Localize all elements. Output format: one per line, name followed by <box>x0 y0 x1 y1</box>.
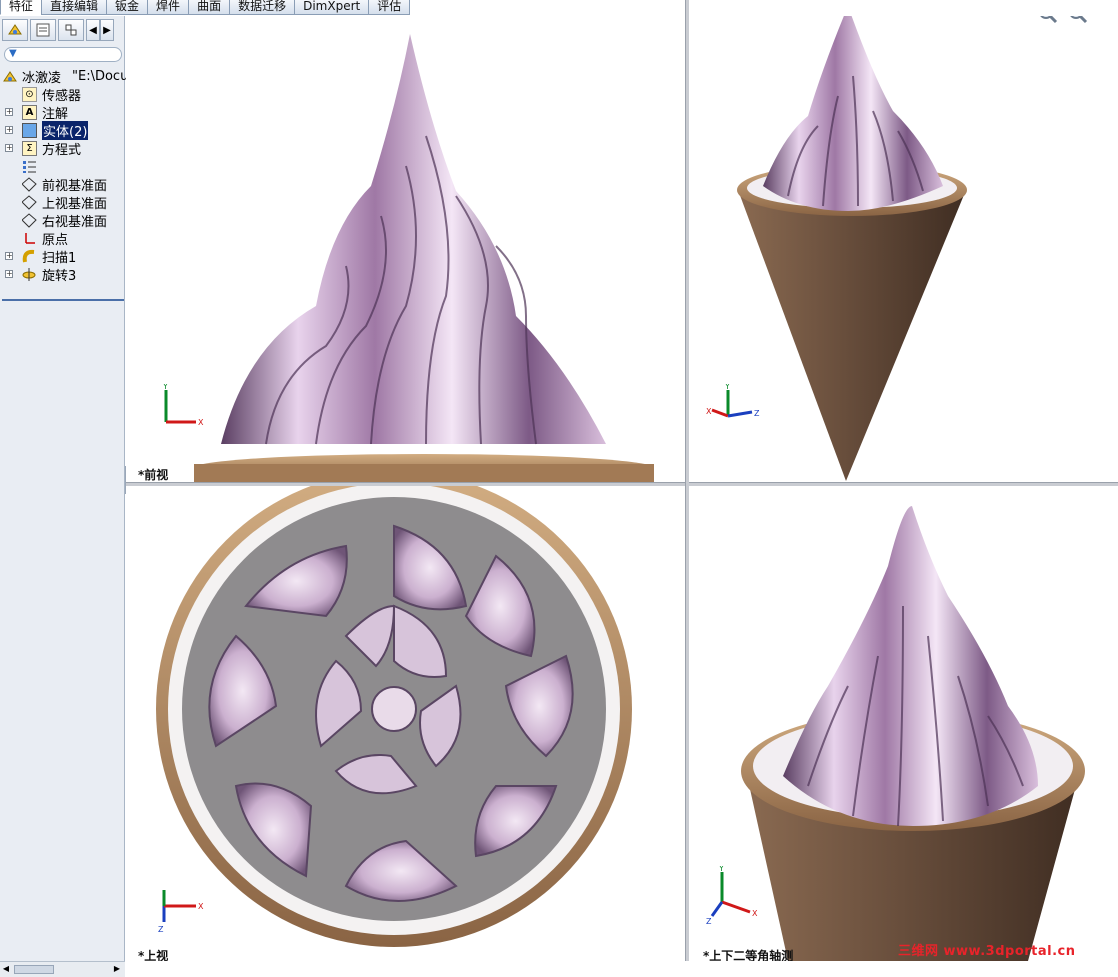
tab-weldments[interactable]: 焊件 <box>147 0 190 15</box>
plane-icon <box>21 212 37 228</box>
tree-item-label: 实体(2) <box>42 120 89 140</box>
tab-surfaces[interactable]: 曲面 <box>188 0 231 15</box>
tree-item-top-plane[interactable]: 上视基准面 <box>0 193 125 212</box>
origin-icon <box>22 231 37 246</box>
tree-item-solid-bodies[interactable]: + 实体(2) <box>0 120 125 140</box>
axis-y-label: Y <box>718 866 724 873</box>
triad-trimetric: Y X Z <box>706 384 760 418</box>
sensor-icon: ⊙ <box>22 86 37 102</box>
tree-root-label: 冰激凌 <box>22 70 62 86</box>
axis-x-label: X <box>752 909 758 918</box>
tab-dimxpert[interactable]: DimXpert <box>294 0 370 15</box>
watermark: 三维网 www.3dportal.cn <box>898 944 1076 959</box>
equation-icon: Σ <box>22 140 37 156</box>
axis-y-label: Y <box>724 384 730 391</box>
configuration-manager-icon <box>65 24 77 36</box>
tree-item-label: 方程式 <box>42 142 82 158</box>
tree-item-label: 原点 <box>42 232 69 248</box>
tab-sheet-metal[interactable]: 钣金 <box>106 0 149 15</box>
tree-item-label: 上视基准面 <box>42 196 108 212</box>
filter-icon: ▼ <box>9 48 17 59</box>
sweep-icon <box>22 249 37 264</box>
plane-icon <box>21 194 37 210</box>
axis-z-label: Z <box>754 409 760 418</box>
scroll-left-icon[interactable]: ◀ <box>1 964 11 974</box>
axis-z-label: Z <box>706 917 712 926</box>
scrollbar-thumb[interactable] <box>14 965 54 974</box>
expand-icon[interactable]: + <box>5 252 13 260</box>
expand-icon[interactable]: + <box>5 126 13 134</box>
viewport-dimetric[interactable]: Y X Z *上下二等角轴测 <box>688 486 1118 961</box>
tab-data-migration[interactable]: 数据迁移 <box>229 0 296 15</box>
triad-front: Y X <box>162 384 204 427</box>
view-toolbar <box>1038 16 1088 24</box>
panel-scroll-left[interactable]: ◀ <box>86 19 100 41</box>
configuration-manager-tab[interactable] <box>58 19 84 41</box>
top-view-model <box>156 486 632 947</box>
axis-z-label: Z <box>158 925 164 934</box>
solid-bodies-icon <box>22 122 37 138</box>
tree-item-material[interactable] <box>0 157 125 175</box>
expand-icon[interactable]: + <box>5 144 13 152</box>
tree-item-front-plane[interactable]: 前视基准面 <box>0 175 125 194</box>
viewport-top[interactable]: X Z *上视 <box>126 486 685 961</box>
panel-scroll-right[interactable]: ▶ <box>100 19 114 41</box>
property-manager-tab[interactable] <box>30 19 56 41</box>
tab-evaluate[interactable]: 评估 <box>368 0 411 15</box>
rollback-bar[interactable] <box>2 299 124 301</box>
viewport-trimetric[interactable]: Y X Z <box>688 16 1118 482</box>
triangle-right-icon: ▶ <box>103 24 111 36</box>
tree-item-sweep[interactable]: + 扫描1 <box>0 247 125 266</box>
expand-icon[interactable]: + <box>5 270 13 278</box>
material-icon <box>22 159 37 174</box>
feature-manager-tab[interactable] <box>2 19 28 41</box>
panel-tabs: ◀ ▶ <box>2 19 114 43</box>
tree-item-revolve[interactable]: + 旋转3 <box>0 265 125 284</box>
scroll-right-icon[interactable]: ▶ <box>112 964 122 974</box>
plane-icon <box>21 176 37 192</box>
tree-item-sensors[interactable]: ⊙ 传感器 <box>0 85 125 104</box>
zoom-to-area-icon[interactable] <box>1068 16 1088 24</box>
tree-item-label: 扫描1 <box>42 250 77 266</box>
zoom-out-icon[interactable] <box>1038 16 1058 24</box>
axis-y-label: Y <box>162 384 168 391</box>
viewport-label-top: *上视 <box>138 949 169 961</box>
viewport-label-front: *前视 <box>138 468 169 482</box>
tree-item-label: 传感器 <box>42 88 82 104</box>
tree-item-label: 注解 <box>42 106 69 122</box>
command-manager-tabs: 特征 直接编辑 钣金 焊件 曲面 数据迁移 DimXpert 评估 <box>0 0 411 16</box>
feature-manager-panel: ◀ ▶ ▼ 冰激凌 "E:\Docu ⊙ 传感器 + A 注解 + 实体(2) <box>0 16 129 977</box>
tree-root-path: "E:\Docu <box>72 68 129 84</box>
tree-item-origin[interactable]: 原点 <box>0 229 125 248</box>
tree-item-label: 前视基准面 <box>42 178 108 194</box>
tree-item-equations[interactable]: + Σ 方程式 <box>0 139 125 158</box>
annotation-icon: A <box>22 104 37 120</box>
viewport-horizontal-splitter[interactable] <box>126 482 1118 486</box>
front-view-model <box>194 34 654 482</box>
tree-item-label: 右视基准面 <box>42 214 108 230</box>
triangle-left-icon: ◀ <box>89 24 97 36</box>
tree-filter-input[interactable]: ▼ <box>4 47 122 62</box>
tree-item-annotations[interactable]: + A 注解 <box>0 103 125 122</box>
tab-direct-edit[interactable]: 直接编辑 <box>41 0 108 15</box>
viewport-label-isometric: *上下二等角轴测 <box>703 949 794 961</box>
viewport-vertical-splitter[interactable] <box>685 0 689 961</box>
part-icon <box>3 69 18 84</box>
tree-item-label: 旋转3 <box>42 268 77 284</box>
viewport-front[interactable]: Y X *前视 <box>126 16 685 482</box>
tree-item-right-plane[interactable]: 右视基准面 <box>0 211 125 230</box>
feature-manager-icon <box>8 24 22 35</box>
tab-features[interactable]: 特征 <box>0 0 43 15</box>
expand-icon[interactable]: + <box>5 108 13 116</box>
panel-horizontal-scrollbar[interactable]: ◀ ▶ <box>0 961 125 977</box>
axis-x-label: X <box>198 418 204 427</box>
property-manager-icon <box>36 23 50 37</box>
tree-root[interactable]: 冰激凌 "E:\Docu <box>0 67 129 86</box>
triad-isometric: Y X Z <box>706 866 758 926</box>
triad-top: X Z <box>158 890 204 934</box>
axis-x-label: X <box>198 902 204 911</box>
revolve-icon <box>22 267 37 282</box>
axis-x-label: X <box>706 407 712 416</box>
